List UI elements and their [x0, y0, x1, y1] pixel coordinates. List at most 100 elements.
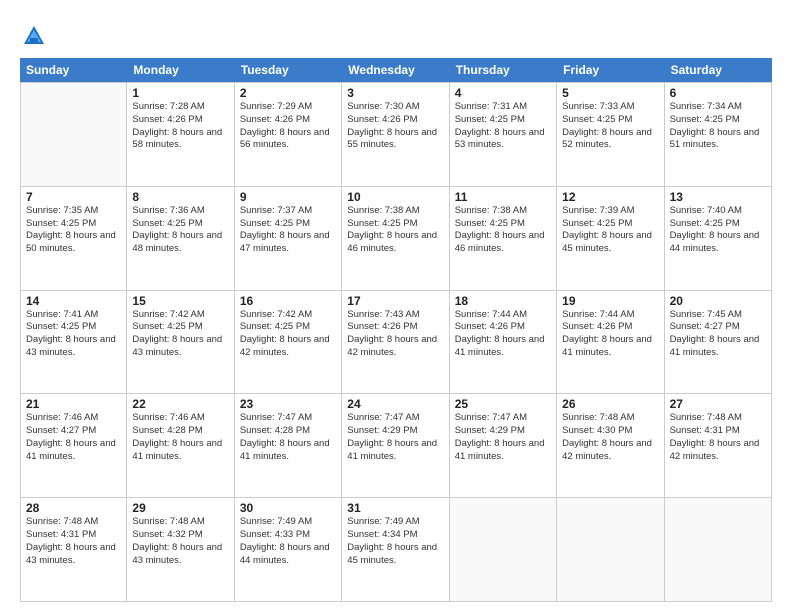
day-number: 22: [132, 397, 228, 411]
cell-sun-info: Sunrise: 7:30 AM Sunset: 4:26 PM Dayligh…: [347, 101, 443, 152]
cal-header-day: Saturday: [665, 58, 772, 82]
cal-header-day: Tuesday: [235, 58, 342, 82]
cal-cell: 16Sunrise: 7:42 AM Sunset: 4:25 PM Dayli…: [235, 291, 342, 394]
day-number: 14: [26, 294, 121, 308]
day-number: 16: [240, 294, 336, 308]
day-number: 27: [670, 397, 766, 411]
day-number: 23: [240, 397, 336, 411]
cal-header-day: Friday: [557, 58, 664, 82]
calendar: SundayMondayTuesdayWednesdayThursdayFrid…: [20, 58, 772, 602]
day-number: 20: [670, 294, 766, 308]
day-number: 6: [670, 86, 766, 100]
cell-sun-info: Sunrise: 7:28 AM Sunset: 4:26 PM Dayligh…: [132, 101, 228, 152]
cal-cell: 26Sunrise: 7:48 AM Sunset: 4:30 PM Dayli…: [557, 394, 664, 497]
cell-sun-info: Sunrise: 7:48 AM Sunset: 4:31 PM Dayligh…: [26, 516, 121, 567]
cell-sun-info: Sunrise: 7:45 AM Sunset: 4:27 PM Dayligh…: [670, 309, 766, 360]
cell-sun-info: Sunrise: 7:48 AM Sunset: 4:32 PM Dayligh…: [132, 516, 228, 567]
day-number: 12: [562, 190, 658, 204]
cell-sun-info: Sunrise: 7:44 AM Sunset: 4:26 PM Dayligh…: [455, 309, 551, 360]
cell-sun-info: Sunrise: 7:48 AM Sunset: 4:30 PM Dayligh…: [562, 412, 658, 463]
day-number: 24: [347, 397, 443, 411]
cal-cell: 8Sunrise: 7:36 AM Sunset: 4:25 PM Daylig…: [127, 187, 234, 290]
cal-cell: 19Sunrise: 7:44 AM Sunset: 4:26 PM Dayli…: [557, 291, 664, 394]
cell-sun-info: Sunrise: 7:42 AM Sunset: 4:25 PM Dayligh…: [132, 309, 228, 360]
cal-cell: 13Sunrise: 7:40 AM Sunset: 4:25 PM Dayli…: [665, 187, 772, 290]
cal-header-day: Thursday: [450, 58, 557, 82]
cal-cell: 28Sunrise: 7:48 AM Sunset: 4:31 PM Dayli…: [20, 498, 127, 601]
cell-sun-info: Sunrise: 7:39 AM Sunset: 4:25 PM Dayligh…: [562, 205, 658, 256]
day-number: 28: [26, 501, 121, 515]
day-number: 19: [562, 294, 658, 308]
day-number: 8: [132, 190, 228, 204]
cal-week-row: 1Sunrise: 7:28 AM Sunset: 4:26 PM Daylig…: [20, 82, 772, 187]
cell-sun-info: Sunrise: 7:40 AM Sunset: 4:25 PM Dayligh…: [670, 205, 766, 256]
cal-cell: 20Sunrise: 7:45 AM Sunset: 4:27 PM Dayli…: [665, 291, 772, 394]
day-number: 30: [240, 501, 336, 515]
cell-sun-info: Sunrise: 7:38 AM Sunset: 4:25 PM Dayligh…: [347, 205, 443, 256]
cell-sun-info: Sunrise: 7:35 AM Sunset: 4:25 PM Dayligh…: [26, 205, 121, 256]
cell-sun-info: Sunrise: 7:31 AM Sunset: 4:25 PM Dayligh…: [455, 101, 551, 152]
day-number: 4: [455, 86, 551, 100]
logo-icon: [20, 22, 48, 50]
logo: [20, 22, 52, 50]
day-number: 15: [132, 294, 228, 308]
cal-week-row: 28Sunrise: 7:48 AM Sunset: 4:31 PM Dayli…: [20, 498, 772, 602]
cal-cell: 18Sunrise: 7:44 AM Sunset: 4:26 PM Dayli…: [450, 291, 557, 394]
cell-sun-info: Sunrise: 7:33 AM Sunset: 4:25 PM Dayligh…: [562, 101, 658, 152]
cal-cell: 4Sunrise: 7:31 AM Sunset: 4:25 PM Daylig…: [450, 83, 557, 186]
cal-header-day: Monday: [127, 58, 234, 82]
calendar-header: SundayMondayTuesdayWednesdayThursdayFrid…: [20, 58, 772, 82]
cell-sun-info: Sunrise: 7:43 AM Sunset: 4:26 PM Dayligh…: [347, 309, 443, 360]
cell-sun-info: Sunrise: 7:44 AM Sunset: 4:26 PM Dayligh…: [562, 309, 658, 360]
cal-cell: 10Sunrise: 7:38 AM Sunset: 4:25 PM Dayli…: [342, 187, 449, 290]
cal-cell: 24Sunrise: 7:47 AM Sunset: 4:29 PM Dayli…: [342, 394, 449, 497]
cal-cell: 15Sunrise: 7:42 AM Sunset: 4:25 PM Dayli…: [127, 291, 234, 394]
cal-cell: 30Sunrise: 7:49 AM Sunset: 4:33 PM Dayli…: [235, 498, 342, 601]
cal-header-day: Wednesday: [342, 58, 449, 82]
day-number: 13: [670, 190, 766, 204]
cal-header-day: Sunday: [20, 58, 127, 82]
cal-cell: 23Sunrise: 7:47 AM Sunset: 4:28 PM Dayli…: [235, 394, 342, 497]
cal-cell: 12Sunrise: 7:39 AM Sunset: 4:25 PM Dayli…: [557, 187, 664, 290]
day-number: 17: [347, 294, 443, 308]
day-number: 26: [562, 397, 658, 411]
cell-sun-info: Sunrise: 7:49 AM Sunset: 4:33 PM Dayligh…: [240, 516, 336, 567]
cal-cell: 21Sunrise: 7:46 AM Sunset: 4:27 PM Dayli…: [20, 394, 127, 497]
cell-sun-info: Sunrise: 7:49 AM Sunset: 4:34 PM Dayligh…: [347, 516, 443, 567]
day-number: 7: [26, 190, 121, 204]
day-number: 10: [347, 190, 443, 204]
cell-sun-info: Sunrise: 7:36 AM Sunset: 4:25 PM Dayligh…: [132, 205, 228, 256]
cal-week-row: 7Sunrise: 7:35 AM Sunset: 4:25 PM Daylig…: [20, 187, 772, 291]
day-number: 1: [132, 86, 228, 100]
cell-sun-info: Sunrise: 7:48 AM Sunset: 4:31 PM Dayligh…: [670, 412, 766, 463]
header: [20, 18, 772, 50]
cal-cell: [20, 83, 127, 186]
cal-cell: 27Sunrise: 7:48 AM Sunset: 4:31 PM Dayli…: [665, 394, 772, 497]
cell-sun-info: Sunrise: 7:41 AM Sunset: 4:25 PM Dayligh…: [26, 309, 121, 360]
day-number: 3: [347, 86, 443, 100]
cal-cell: 6Sunrise: 7:34 AM Sunset: 4:25 PM Daylig…: [665, 83, 772, 186]
day-number: 9: [240, 190, 336, 204]
cell-sun-info: Sunrise: 7:38 AM Sunset: 4:25 PM Dayligh…: [455, 205, 551, 256]
cal-week-row: 21Sunrise: 7:46 AM Sunset: 4:27 PM Dayli…: [20, 394, 772, 498]
cell-sun-info: Sunrise: 7:47 AM Sunset: 4:29 PM Dayligh…: [455, 412, 551, 463]
cal-cell: 25Sunrise: 7:47 AM Sunset: 4:29 PM Dayli…: [450, 394, 557, 497]
day-number: 21: [26, 397, 121, 411]
calendar-body: 1Sunrise: 7:28 AM Sunset: 4:26 PM Daylig…: [20, 82, 772, 602]
cell-sun-info: Sunrise: 7:47 AM Sunset: 4:28 PM Dayligh…: [240, 412, 336, 463]
day-number: 25: [455, 397, 551, 411]
cal-cell: 29Sunrise: 7:48 AM Sunset: 4:32 PM Dayli…: [127, 498, 234, 601]
cal-cell: 22Sunrise: 7:46 AM Sunset: 4:28 PM Dayli…: [127, 394, 234, 497]
cal-cell: 3Sunrise: 7:30 AM Sunset: 4:26 PM Daylig…: [342, 83, 449, 186]
cell-sun-info: Sunrise: 7:29 AM Sunset: 4:26 PM Dayligh…: [240, 101, 336, 152]
cal-week-row: 14Sunrise: 7:41 AM Sunset: 4:25 PM Dayli…: [20, 291, 772, 395]
cal-cell: 17Sunrise: 7:43 AM Sunset: 4:26 PM Dayli…: [342, 291, 449, 394]
cell-sun-info: Sunrise: 7:34 AM Sunset: 4:25 PM Dayligh…: [670, 101, 766, 152]
cal-cell: 1Sunrise: 7:28 AM Sunset: 4:26 PM Daylig…: [127, 83, 234, 186]
cell-sun-info: Sunrise: 7:46 AM Sunset: 4:28 PM Dayligh…: [132, 412, 228, 463]
cal-cell: [450, 498, 557, 601]
cell-sun-info: Sunrise: 7:47 AM Sunset: 4:29 PM Dayligh…: [347, 412, 443, 463]
cell-sun-info: Sunrise: 7:42 AM Sunset: 4:25 PM Dayligh…: [240, 309, 336, 360]
day-number: 18: [455, 294, 551, 308]
cell-sun-info: Sunrise: 7:46 AM Sunset: 4:27 PM Dayligh…: [26, 412, 121, 463]
